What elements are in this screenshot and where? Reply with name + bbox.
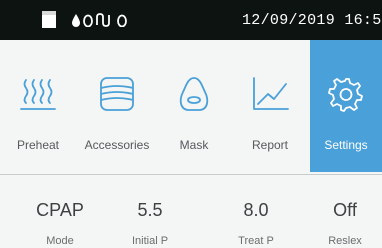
- tube-indicator-icon: [96, 13, 127, 27]
- param-caption: Initial P: [131, 235, 169, 247]
- menu-item-preheat[interactable]: Preheat: [0, 40, 76, 172]
- mask-icon: [179, 77, 209, 111]
- datetime-display: 12/09/2019 16:59: [242, 12, 382, 29]
- water-tank-icon: [42, 11, 56, 28]
- menu-item-report[interactable]: Report: [230, 40, 310, 172]
- main-menu: Preheat Accessories Mask Report Settings: [0, 40, 382, 172]
- gear-icon: [328, 78, 363, 112]
- device-screen: 12/09/2019 16:59 Preheat Accessories Mas…: [0, 0, 382, 248]
- menu-item-label: Mask: [179, 138, 209, 152]
- menu-item-label: Accessories: [84, 138, 150, 152]
- param-caption: Reslex: [328, 235, 362, 247]
- param-value: Off: [333, 200, 357, 220]
- param-initial-pressure[interactable]: 5.5 Initial P: [120, 175, 180, 248]
- param-mode[interactable]: CPAP Mode: [30, 175, 90, 248]
- menu-item-label: Settings: [324, 138, 368, 152]
- heater-icon: [20, 79, 56, 110]
- menu-item-label: Report: [251, 138, 289, 152]
- report-chart-icon: [253, 77, 289, 110]
- param-reslex[interactable]: Off Reslex: [315, 175, 375, 248]
- menu-item-mask[interactable]: Mask: [158, 40, 230, 172]
- therapy-parameters: CPAP Mode 5.5 Initial P 8.0 Treat P Off …: [0, 175, 382, 248]
- accessories-icon: [100, 77, 134, 111]
- status-bar: 12/09/2019 16:59: [0, 0, 382, 40]
- param-value: 5.5: [137, 200, 163, 220]
- param-treat-pressure[interactable]: 8.0 Treat P: [226, 175, 286, 248]
- menu-item-settings[interactable]: Settings: [310, 40, 382, 172]
- param-caption: Mode: [46, 235, 74, 247]
- menu-item-accessories[interactable]: Accessories: [76, 40, 158, 172]
- param-caption: Treat P: [238, 235, 274, 247]
- param-value: CPAP: [36, 200, 84, 220]
- humidity-indicator-icon: [72, 14, 93, 27]
- menu-item-label: Preheat: [16, 138, 60, 152]
- param-value: 8.0: [243, 200, 269, 220]
